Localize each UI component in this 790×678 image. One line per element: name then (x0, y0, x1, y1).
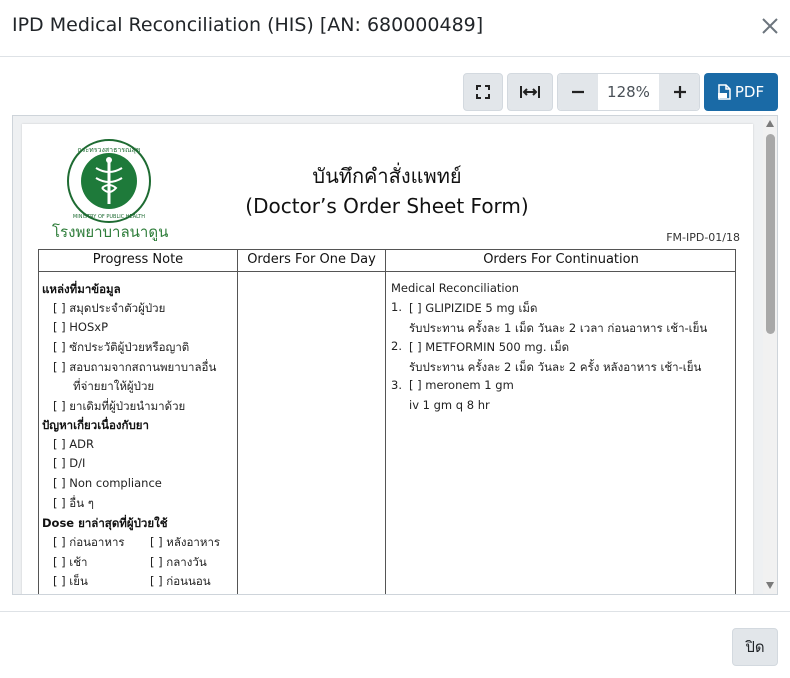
document-page: กระทรวงสาธารณสุข MINISTRY OF PUBLIC HEAL… (22, 124, 753, 594)
order-instruction: รับประทาน ครั้งละ 1 เม็ด วันละ 2 เวลา ก่… (409, 321, 708, 335)
dose-option: [ ] เย็น (53, 574, 88, 588)
column-divider (385, 250, 386, 594)
source-item: [ ] HOSxP (53, 320, 109, 334)
scroll-down-icon[interactable] (766, 582, 774, 589)
fit-width-icon (520, 86, 540, 98)
order-number: 2. (391, 339, 402, 353)
scroll-thumb[interactable] (766, 134, 775, 334)
zoom-in-button[interactable] (659, 74, 699, 110)
scroll-up-icon[interactable] (766, 120, 774, 127)
problem-item: [ ] อื่น ๆ (53, 496, 94, 510)
column-header-progress-note: Progress Note (92, 252, 184, 267)
dose-option: [ ] ก่อนนอน (150, 574, 211, 588)
fit-width-button[interactable] (507, 73, 553, 111)
minus-icon (572, 90, 584, 94)
reconciliation-modal: IPD Medical Reconciliation (HIS) [AN: 68… (0, 0, 790, 678)
modal-title: IPD Medical Reconciliation (HIS) [AN: 68… (12, 14, 484, 36)
dose-option: [ ] กลางวัน (150, 555, 207, 569)
document-title-english: (Doctor’s Order Sheet Form) (245, 194, 529, 218)
problem-item: [ ] ADR (53, 437, 94, 451)
source-item-continued: ที่จ่ายยาให้ผู้ป่วย (73, 379, 155, 393)
modal-header: IPD Medical Reconciliation (HIS) [AN: 68… (0, 0, 790, 57)
fullscreen-icon (476, 85, 490, 99)
order-instruction: รับประทาน ครั้งละ 2 เม็ด วันละ 2 ครั้ง ห… (409, 360, 702, 374)
header-divider (39, 271, 735, 272)
continuation-heading: Medical Reconciliation (391, 281, 519, 295)
problem-item: [ ] Non compliance (53, 476, 162, 490)
document-viewer[interactable]: กระทรวงสาธารณสุข MINISTRY OF PUBLIC HEAL… (12, 115, 778, 595)
pdf-button[interactable]: PDF (704, 73, 778, 111)
dose-heading: Dose ยาล่าสุดที่ผู้ป่วยใช้ (42, 516, 168, 530)
column-divider (237, 250, 238, 594)
source-item: [ ] สมุดประจำตัวผู้ป่วย (53, 301, 166, 315)
order-number: 1. (391, 300, 402, 314)
pdf-file-icon (717, 84, 731, 100)
vertical-scrollbar[interactable] (763, 116, 777, 594)
order-sheet-table: Progress Note Orders For One Day Orders … (38, 249, 736, 594)
order-drug: [ ] GLIPIZIDE 5 mg เม็ด (409, 301, 538, 315)
dose-option: [ ] ก่อนอาหาร (53, 535, 125, 549)
order-drug: [ ] meronem 1 gm (409, 378, 514, 392)
logo-text-top: กระทรวงสาธารณสุข (77, 146, 140, 154)
zoom-out-button[interactable] (558, 74, 598, 110)
fit-page-button[interactable] (463, 73, 503, 111)
source-item: [ ] ยาเดิมที่ผู้ป่วยนำมาด้วย (53, 399, 186, 413)
close-button[interactable]: ปิด (732, 628, 778, 666)
form-code: FM-IPD-01/18 (666, 231, 740, 244)
problem-item: [ ] D/I (53, 456, 86, 470)
dose-option: [ ] หลังอาหาร (150, 535, 221, 549)
zoom-level: 128% (607, 83, 650, 101)
column-header-orders-one-day: Orders For One Day (247, 252, 376, 267)
source-item: [ ] สอบถามจากสถานพยาบาลอื่น (53, 360, 217, 374)
plus-icon (673, 86, 686, 98)
order-number: 3. (391, 378, 402, 392)
hospital-name: โรงพยาบาลนาดูน (52, 223, 169, 241)
zoom-control: 128% (557, 73, 700, 111)
source-item: [ ] ซักประวัติผู้ป่วยหรือญาติ (53, 340, 190, 354)
pdf-button-label: PDF (734, 83, 765, 101)
source-heading: แหล่งที่มาข้อมูล (42, 282, 121, 296)
order-instruction: iv 1 gm q 8 hr (409, 398, 490, 412)
close-icon[interactable] (756, 12, 784, 40)
column-header-orders-continuation: Orders For Continuation (483, 252, 639, 267)
modal-footer (0, 611, 790, 678)
document-title-thai: บันทึกคำสั่งแพทย์ (312, 164, 462, 188)
problem-heading: ปัญหาเกี่ยวเนื่องกับยา (42, 418, 149, 432)
ministry-logo: กระทรวงสาธารณสุข MINISTRY OF PUBLIC HEAL… (66, 138, 152, 224)
dose-option: [ ] เช้า (53, 555, 88, 569)
order-drug: [ ] METFORMIN 500 mg. เม็ด (409, 340, 570, 354)
